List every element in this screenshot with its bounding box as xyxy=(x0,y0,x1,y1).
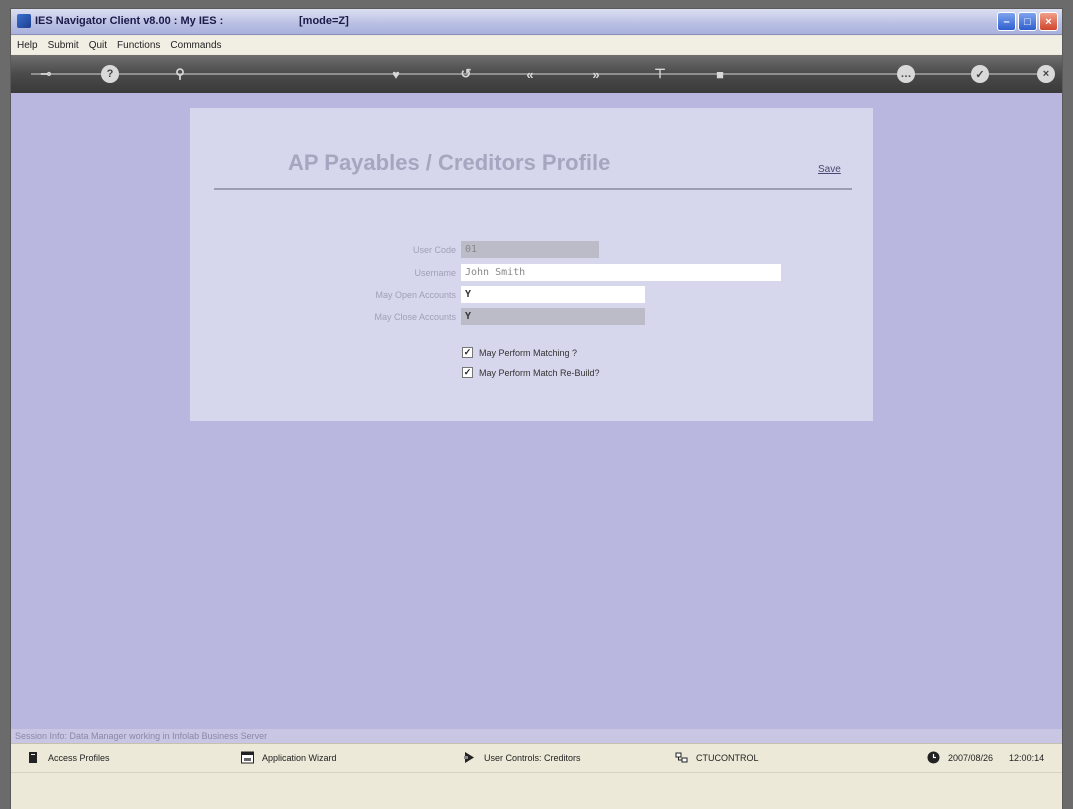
square-icon[interactable]: ■ xyxy=(711,65,729,83)
may-open-accounts-label: May Open Accounts xyxy=(375,290,456,300)
bottom-pane xyxy=(11,772,1062,809)
menu-help[interactable]: Help xyxy=(17,40,38,51)
control-button[interactable]: CTUCONTROL xyxy=(675,751,759,764)
window-controls: – □ × xyxy=(997,12,1058,31)
clock-icon xyxy=(927,751,940,764)
user-controls-label: User Controls: Creditors xyxy=(484,752,581,763)
app-window: IES Navigator Client v8.00 : My IES : [m… xyxy=(10,8,1063,809)
marker-icon[interactable]: ⊤ xyxy=(651,65,669,83)
rewind-icon[interactable]: « xyxy=(521,65,539,83)
save-link[interactable]: Save xyxy=(818,164,841,175)
may-perform-rebuild-check[interactable]: ✓ May Perform Match Re-Build? xyxy=(462,367,600,378)
check-icon[interactable]: ✓ xyxy=(971,65,989,83)
may-perform-matching-check[interactable]: ✓ May Perform Matching ? xyxy=(462,347,577,358)
menu-quit[interactable]: Quit xyxy=(89,40,107,51)
window-title: IES Navigator Client v8.00 : My IES : xyxy=(35,15,224,27)
title-bar: IES Navigator Client v8.00 : My IES : [m… xyxy=(11,9,1062,35)
book-icon xyxy=(29,752,37,763)
application-wizard-label: Application Wizard xyxy=(262,752,337,763)
status-date: 2007/08/26 xyxy=(948,752,994,763)
access-profiles-button[interactable]: Access Profiles xyxy=(27,751,110,764)
may-close-accounts-value: Y xyxy=(465,311,472,322)
key-icon[interactable]: ⊸ xyxy=(37,65,55,83)
close-window-button[interactable]: × xyxy=(1039,12,1058,31)
ellipsis-icon[interactable]: … xyxy=(897,65,915,83)
undo-icon[interactable]: ↺ xyxy=(457,65,475,83)
menu-bar: Help Submit Quit Functions Commands xyxy=(11,36,1062,54)
may-close-accounts-field[interactable]: Y xyxy=(461,308,645,325)
app-icon xyxy=(17,14,31,28)
checkbox-icon[interactable]: ✓ xyxy=(462,347,473,358)
toolbar: ⊸ ? ⚲ ♥ ↺ « » ⊤ ■ … ✓ × xyxy=(11,55,1062,93)
clock-area: 2007/08/26 12:00:14 xyxy=(927,751,1044,764)
main-area: AP Payables / Creditors Profile Save Use… xyxy=(11,93,1062,729)
profile-panel: AP Payables / Creditors Profile Save Use… xyxy=(190,108,873,421)
window-icon xyxy=(241,751,254,764)
access-profiles-label: Access Profiles xyxy=(48,752,110,763)
session-info: Session Info: Data Manager working in In… xyxy=(11,729,1062,743)
forward-icon[interactable]: » xyxy=(587,65,605,83)
maximize-button[interactable]: □ xyxy=(1018,12,1037,31)
menu-functions[interactable]: Functions xyxy=(117,40,160,51)
username-label: Username xyxy=(414,268,456,278)
status-bar: Access Profiles Application Wizard User … xyxy=(11,743,1062,771)
may-close-accounts-label: May Close Accounts xyxy=(374,312,456,322)
network-icon xyxy=(675,752,688,763)
heart-icon[interactable]: ♥ xyxy=(387,65,405,83)
may-open-accounts-value: Y xyxy=(465,289,472,300)
minimize-button[interactable]: – xyxy=(997,12,1016,31)
user-code-label: User Code xyxy=(412,245,456,255)
user-controls-button[interactable]: User Controls: Creditors xyxy=(463,751,581,764)
may-perform-matching-label: May Perform Matching ? xyxy=(479,347,578,358)
username-field[interactable]: John Smith xyxy=(461,264,781,281)
may-perform-rebuild-label: May Perform Match Re-Build? xyxy=(479,367,600,378)
window-mode: [mode=Z] xyxy=(299,15,349,27)
help-icon[interactable]: ? xyxy=(101,65,119,83)
application-wizard-button[interactable]: Application Wizard xyxy=(241,751,337,764)
controls-icon xyxy=(464,752,474,763)
title-divider xyxy=(214,188,852,190)
status-time: 12:00:14 xyxy=(1009,752,1045,763)
page-title: AP Payables / Creditors Profile xyxy=(288,150,611,175)
menu-submit[interactable]: Submit xyxy=(48,40,79,51)
checkbox-icon[interactable]: ✓ xyxy=(462,367,473,378)
control-label: CTUCONTROL xyxy=(696,752,759,763)
menu-commands[interactable]: Commands xyxy=(170,40,221,51)
close-icon[interactable]: × xyxy=(1037,65,1055,83)
may-open-accounts-field[interactable]: Y xyxy=(461,286,645,303)
user-code-field[interactable]: 01 xyxy=(461,241,599,258)
search-icon[interactable]: ⚲ xyxy=(171,65,189,83)
